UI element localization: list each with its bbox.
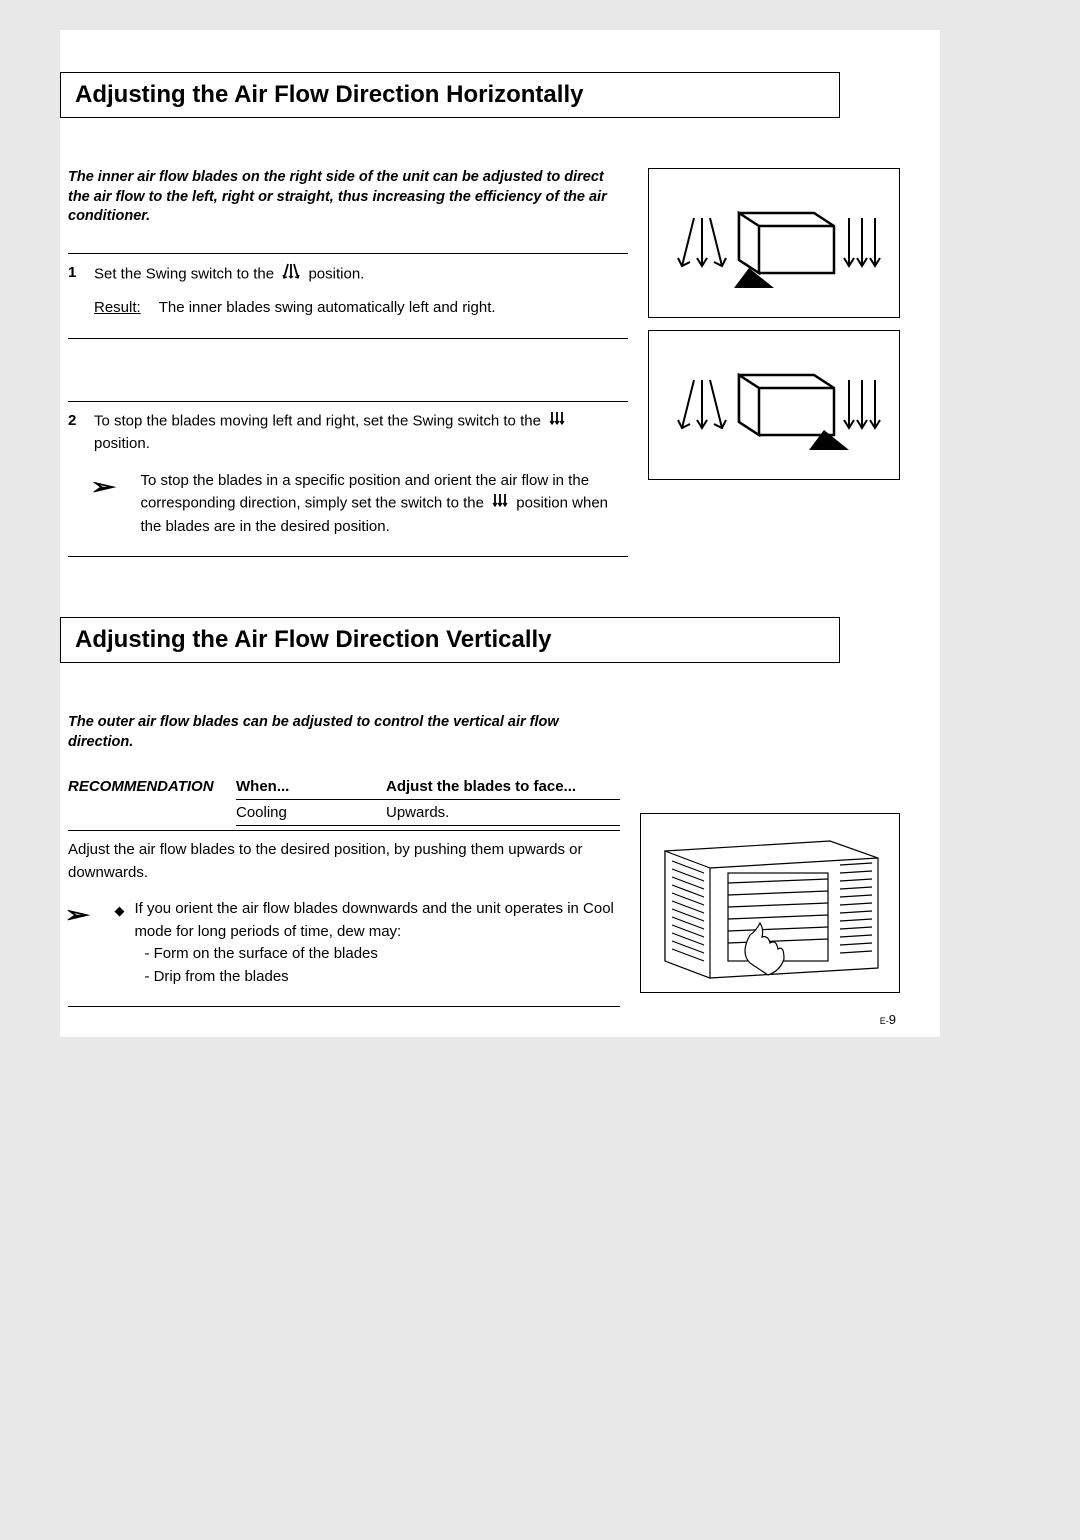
diagram-vertical-blades: [640, 813, 900, 993]
table-header-cell: Adjust the blades to face...: [386, 778, 620, 795]
recommendation-table: When... Adjust the blades to face... Coo…: [236, 778, 620, 826]
section-2-intro: The outer air flow blades can be adjuste…: [68, 713, 608, 752]
step-1: 1 Set the Swing switch to the: [68, 262, 628, 339]
adjust-instruction-block: Adjust the air flow blades to the desire…: [68, 830, 620, 1007]
step-number: 1: [68, 262, 80, 320]
section-2-title: Adjusting the Air Flow Direction Vertica…: [60, 617, 840, 663]
swing-on-icon: [280, 262, 302, 288]
page-number-prefix: E-: [880, 1016, 889, 1026]
note-main-text: If you orient the air flow blades downwa…: [134, 898, 620, 943]
note-line-1: - Form on the surface of the blades: [144, 943, 620, 966]
divider: [68, 401, 628, 402]
section-1-title: Adjusting the Air Flow Direction Horizon…: [60, 72, 840, 118]
note-arrow-icon: ➢: [90, 470, 116, 539]
diagram-swing-off: [648, 330, 900, 480]
note-line-2: - Drip from the blades: [144, 966, 620, 989]
section-2-content: The outer air flow blades can be adjuste…: [60, 713, 900, 1007]
step-number: 2: [68, 410, 80, 539]
table-row: Cooling Upwards.: [236, 800, 620, 826]
step-1-text-b: position.: [308, 265, 364, 282]
step-1-text-a: Set the Swing switch to the: [94, 265, 274, 282]
divider: [68, 253, 628, 254]
page-number: E-9: [880, 1012, 896, 1027]
swing-off-icon: [490, 492, 510, 516]
step-2: 2 To stop the blades moving left and rig…: [68, 410, 628, 558]
table-header-cell: When...: [236, 778, 386, 795]
diagram-swing-on: [648, 168, 900, 318]
section-1-content: The inner air flow blades on the right s…: [60, 168, 900, 567]
adjust-text: Adjust the air flow blades to the desire…: [68, 839, 620, 884]
table-cell: Upwards.: [386, 804, 620, 821]
step-2-text-a: To stop the blades moving left and right…: [94, 412, 541, 429]
table-cell: Cooling: [236, 804, 386, 821]
table-header: When... Adjust the blades to face...: [236, 778, 620, 800]
page-number-value: 9: [889, 1012, 896, 1027]
manual-page: Adjusting the Air Flow Direction Horizon…: [60, 30, 940, 1037]
step-2-text-b: position.: [94, 435, 150, 452]
note-arrow-icon: ➢: [64, 898, 90, 988]
result-label: Result:: [94, 297, 141, 320]
recommendation-label: RECOMMENDATION: [68, 778, 228, 826]
section-1-intro: The inner air flow blades on the right s…: [68, 168, 628, 227]
result-text: The inner blades swing automatically lef…: [159, 297, 496, 320]
recommendation-block: RECOMMENDATION When... Adjust the blades…: [68, 778, 620, 826]
swing-off-icon: [547, 410, 567, 434]
diamond-bullet-icon: ◆: [114, 901, 124, 991]
